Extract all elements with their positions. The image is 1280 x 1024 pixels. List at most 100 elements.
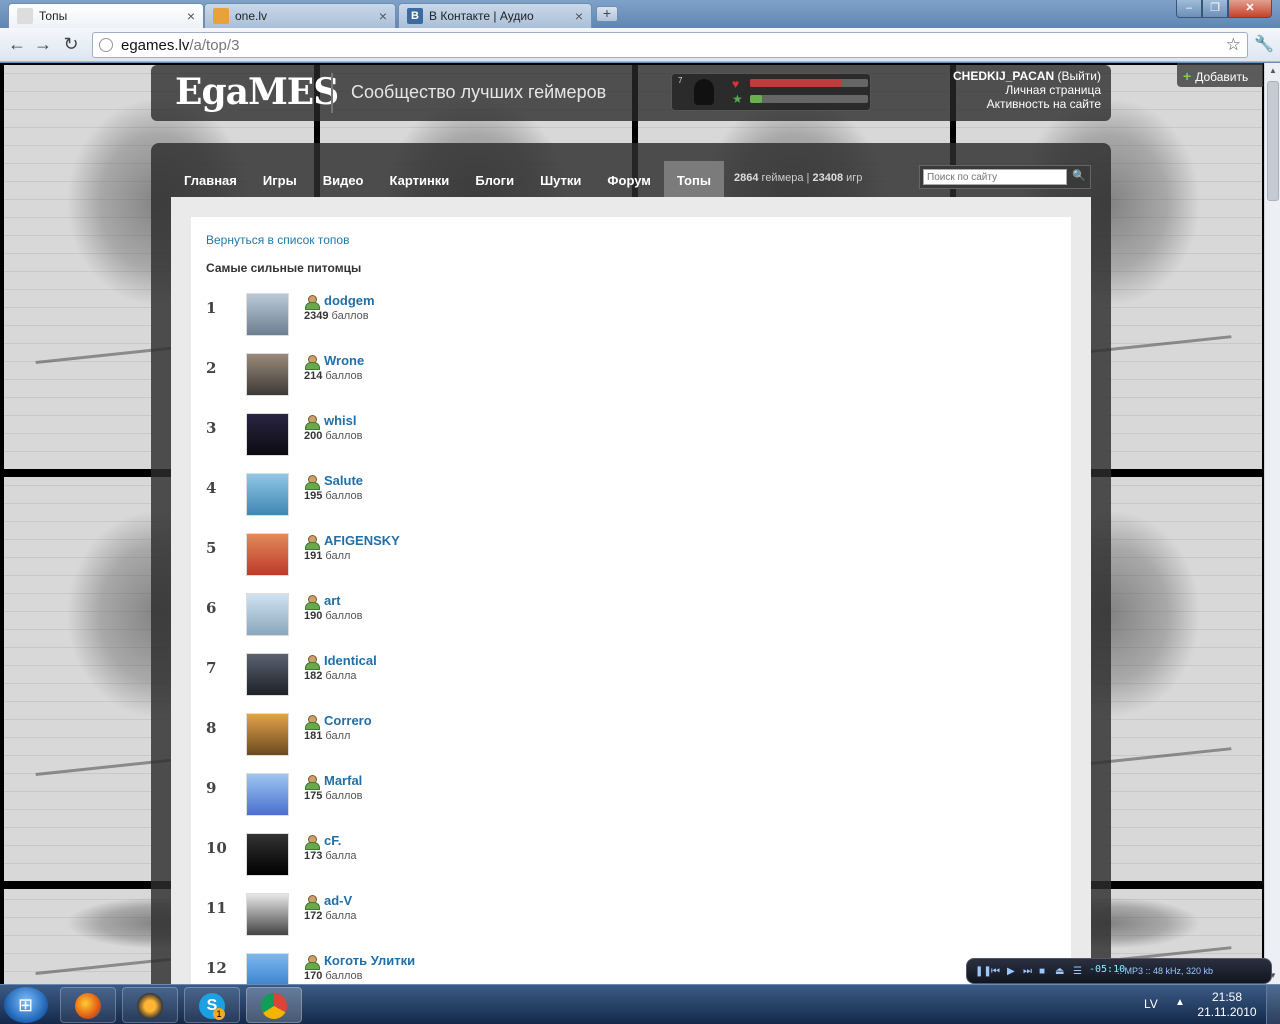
nav-item-forum[interactable]: Форум xyxy=(594,161,663,197)
show-desktop-button[interactable] xyxy=(1266,985,1280,1024)
start-button[interactable]: ⊞ xyxy=(4,987,48,1023)
health-bar-fill xyxy=(750,79,843,87)
tray-expand-icon[interactable]: ▲ xyxy=(1175,997,1185,1008)
close-window-button[interactable]: ✕ xyxy=(1228,0,1272,18)
url-host: egames.lv xyxy=(121,36,190,54)
language-indicator[interactable]: LV xyxy=(1144,997,1158,1011)
new-tab-button[interactable]: + xyxy=(596,6,618,22)
nav-item-blogs[interactable]: Блоги xyxy=(462,161,527,197)
avatar[interactable] xyxy=(246,293,289,336)
taskbar-aimp[interactable] xyxy=(122,987,178,1023)
search-icon[interactable]: 🔍 xyxy=(1072,169,1086,182)
back-arrow-icon[interactable]: ← xyxy=(6,34,28,56)
nav-item-jokes[interactable]: Шутки xyxy=(527,161,594,197)
taskbar-chrome[interactable] xyxy=(246,987,302,1023)
avatar[interactable] xyxy=(246,953,289,984)
activity-link[interactable]: Активность на сайте xyxy=(941,97,1101,111)
add-button[interactable]: + Добавить xyxy=(1177,63,1263,87)
score-unit: баллов xyxy=(325,790,363,802)
close-tab-icon[interactable]: × xyxy=(187,8,195,24)
username-link[interactable]: whisl xyxy=(324,413,357,428)
nav-item-tops[interactable]: Топы xyxy=(663,161,724,197)
scrollbar-thumb[interactable] xyxy=(1267,81,1279,201)
avatar[interactable] xyxy=(246,773,289,816)
page-scrollbar[interactable]: ▲ ▼ xyxy=(1264,63,1280,984)
user-icon xyxy=(304,475,320,490)
avatar[interactable] xyxy=(246,833,289,876)
pause-icon[interactable]: ❚❚ xyxy=(975,966,992,977)
rank-number: 2 xyxy=(206,359,217,377)
address-bar[interactable]: egames.lv/a/top/3 ☆ xyxy=(92,32,1248,58)
top-list-row: 8 Correro 181 балл xyxy=(206,713,806,757)
avatar[interactable] xyxy=(246,893,289,936)
user-icon xyxy=(304,415,320,430)
avatar[interactable] xyxy=(246,593,289,636)
heart-icon: ♥ xyxy=(732,77,740,91)
nav-item-home[interactable]: Главная xyxy=(171,161,250,197)
username-link[interactable]: Salute xyxy=(324,473,363,488)
health-bar xyxy=(750,79,868,87)
pet-status-widget[interactable]: 7 ♥ ★ xyxy=(671,73,871,111)
play-icon[interactable]: ▶ xyxy=(1007,966,1015,977)
back-to-tops-link[interactable]: Вернуться в список топов xyxy=(206,233,349,247)
username-link[interactable]: Коготь Улитки xyxy=(324,953,415,968)
site-logo[interactable]: EgaMES xyxy=(175,71,339,113)
username-link[interactable]: Identical xyxy=(324,653,377,668)
user-icon xyxy=(304,535,320,550)
next-icon[interactable]: ⏭ xyxy=(1023,966,1032,977)
wrench-icon[interactable]: 🔧 xyxy=(1254,34,1274,54)
rank-number: 3 xyxy=(206,419,217,437)
previous-icon[interactable]: ⏮ xyxy=(991,966,1000,977)
current-username[interactable]: CHEDKIJ_PACAN xyxy=(953,69,1054,83)
taskbar-skype[interactable]: S1 xyxy=(184,987,240,1023)
avatar[interactable] xyxy=(246,473,289,516)
username-link[interactable]: ad-V xyxy=(324,893,352,908)
eject-icon[interactable]: ⏏ xyxy=(1055,966,1064,977)
bookmark-star-icon[interactable]: ☆ xyxy=(1226,35,1241,55)
windows-logo-icon: ⊞ xyxy=(18,995,34,1015)
tab-vkontakte[interactable]: B В Контакте | Аудио × xyxy=(398,3,592,28)
nav-item-pictures[interactable]: Картинки xyxy=(377,161,463,197)
username-link[interactable]: dodgem xyxy=(324,293,375,308)
username-link[interactable]: Marfal xyxy=(324,773,362,788)
nav-item-games[interactable]: Игры xyxy=(250,161,310,197)
close-tab-icon[interactable]: × xyxy=(379,8,387,24)
username-link[interactable]: Correro xyxy=(324,713,372,728)
scroll-up-arrow-icon[interactable]: ▲ xyxy=(1265,63,1280,79)
tab-tops[interactable]: Топы × xyxy=(8,3,204,28)
reload-icon[interactable]: ↻ xyxy=(60,34,82,56)
forward-arrow-icon[interactable]: → xyxy=(32,34,54,56)
username-link[interactable]: art xyxy=(324,593,341,608)
score-unit: баллов xyxy=(325,970,363,982)
logout-link[interactable]: (Выйти) xyxy=(1057,69,1101,83)
maximize-button[interactable]: ❐ xyxy=(1202,0,1228,18)
user-icon xyxy=(304,655,320,670)
score: 2349 баллов xyxy=(304,310,369,322)
search-input[interactable] xyxy=(923,169,1067,185)
chrome-icon xyxy=(261,993,287,1019)
avatar[interactable] xyxy=(246,653,289,696)
system-clock[interactable]: 21:58 21.11.2010 xyxy=(1196,990,1258,1020)
username-link[interactable]: Wrone xyxy=(324,353,364,368)
close-tab-icon[interactable]: × xyxy=(575,8,583,24)
username-link[interactable]: AFIGENSKY xyxy=(324,533,400,548)
page-title: Самые сильные питомцы xyxy=(206,261,362,275)
score-unit: баллов xyxy=(331,310,369,322)
rank-number: 9 xyxy=(206,779,217,797)
avatar[interactable] xyxy=(246,713,289,756)
stop-icon[interactable]: ■ xyxy=(1039,966,1045,977)
score-points: 182 xyxy=(304,670,323,682)
avatar[interactable] xyxy=(246,533,289,576)
score-unit: балла xyxy=(325,910,357,922)
avatar[interactable] xyxy=(246,353,289,396)
score-points: 175 xyxy=(304,790,323,802)
minimize-button[interactable]: – xyxy=(1176,0,1202,18)
tab-one-lv[interactable]: one.lv × xyxy=(204,3,396,28)
taskbar-firefox[interactable] xyxy=(60,987,116,1023)
page-viewport: EgaMES Сообщество лучших геймеров 7 ♥ ★ … xyxy=(0,63,1264,984)
playlist-icon[interactable]: ☰ xyxy=(1073,966,1082,977)
username-link[interactable]: cF. xyxy=(324,833,341,848)
personal-page-link[interactable]: Личная страница xyxy=(941,83,1101,97)
nav-item-video[interactable]: Видео xyxy=(310,161,377,197)
avatar[interactable] xyxy=(246,413,289,456)
